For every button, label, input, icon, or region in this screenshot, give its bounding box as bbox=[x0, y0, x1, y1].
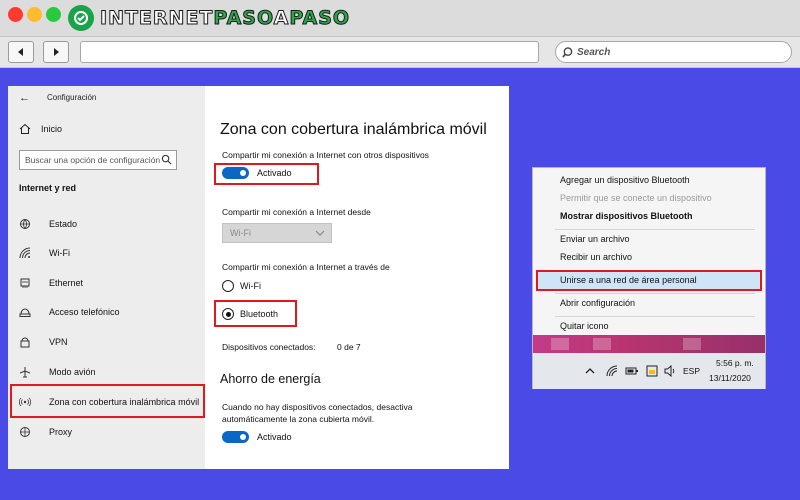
share-from-label: Compartir mi conexión a Internet desde bbox=[222, 207, 371, 217]
back-arrow-icon bbox=[18, 48, 23, 56]
clock-date[interactable]: 13/11/2020 bbox=[709, 373, 751, 383]
minimize-window-button[interactable] bbox=[27, 7, 42, 22]
desktop-wallpaper-strip bbox=[533, 335, 765, 353]
toggle-switch[interactable] bbox=[222, 431, 249, 443]
menu-item-abrir-configuracion[interactable]: Abrir configuración bbox=[560, 298, 635, 308]
clock-time[interactable]: 5:56 p. m. bbox=[716, 358, 754, 368]
chevron-down-icon bbox=[315, 230, 325, 236]
section-heading: Internet y red bbox=[19, 183, 77, 193]
connected-devices-value: 0 de 7 bbox=[337, 342, 361, 352]
logo-mark-icon bbox=[68, 5, 94, 31]
sidebar-item-estado[interactable]: Estado bbox=[19, 216, 77, 232]
energy-toggle[interactable]: Activado bbox=[222, 431, 292, 443]
sidebar-item-wifi[interactable]: Wi-Fi bbox=[19, 245, 70, 261]
energy-description-2: automáticamente la zona cubierta móvil. bbox=[222, 414, 375, 424]
wifi-icon[interactable] bbox=[605, 364, 619, 378]
back-arrow-icon[interactable]: ← bbox=[19, 92, 30, 104]
maximize-window-button[interactable] bbox=[46, 7, 61, 22]
menu-separator bbox=[555, 316, 755, 317]
search-icon bbox=[562, 46, 573, 58]
sidebar-item-vpn[interactable]: VPN bbox=[19, 334, 68, 350]
wifi-icon bbox=[19, 247, 31, 259]
close-window-button[interactable] bbox=[8, 7, 23, 22]
proxy-icon bbox=[19, 426, 31, 438]
vpn-icon bbox=[19, 336, 31, 348]
window-title: Configuración bbox=[47, 93, 97, 102]
ethernet-icon bbox=[19, 277, 31, 289]
bluetooth-context-menu: Agregar un dispositivo Bluetooth Permiti… bbox=[532, 167, 766, 389]
action-center-icon[interactable] bbox=[645, 364, 659, 378]
address-bar[interactable] bbox=[80, 41, 539, 63]
forward-button[interactable] bbox=[43, 41, 69, 63]
forward-arrow-icon bbox=[54, 48, 59, 56]
chevron-up-icon[interactable] bbox=[583, 364, 597, 378]
settings-search-input[interactable]: Buscar una opción de configuración bbox=[19, 150, 177, 170]
settings-window: ← Configuración Inicio Buscar una opción… bbox=[8, 86, 509, 469]
sidebar-item-home[interactable]: Inicio bbox=[19, 123, 62, 135]
language-indicator[interactable]: ESP bbox=[683, 366, 700, 376]
wallpaper-tile bbox=[593, 338, 611, 350]
radio-wifi[interactable]: Wi-Fi bbox=[222, 280, 261, 292]
energy-description-1: Cuando no hay dispositivos conectados, d… bbox=[222, 402, 413, 412]
menu-separator bbox=[555, 229, 755, 230]
search-icon bbox=[161, 154, 172, 165]
browser-search-input[interactable]: Search bbox=[555, 41, 792, 63]
menu-item-enviar[interactable]: Enviar un archivo bbox=[560, 234, 630, 244]
sidebar-item-modo-avion[interactable]: Modo avión bbox=[19, 364, 96, 380]
energy-heading: Ahorro de energía bbox=[220, 372, 321, 386]
globe-icon bbox=[19, 218, 31, 230]
wallpaper-tile bbox=[551, 338, 569, 350]
logo-wordmark: INTERNETPASOAPASO bbox=[99, 7, 351, 30]
sidebar-item-proxy[interactable]: Proxy bbox=[19, 424, 72, 440]
selected-item-highlight bbox=[10, 384, 205, 418]
home-icon bbox=[19, 123, 31, 134]
speaker-icon[interactable] bbox=[663, 364, 677, 378]
menu-item-agregar[interactable]: Agregar un dispositivo Bluetooth bbox=[560, 175, 690, 185]
settings-search-placeholder: Buscar una opción de configuración bbox=[25, 155, 161, 165]
page-title: Zona con cobertura inalámbrica móvil bbox=[220, 121, 487, 138]
browser-titlebar: INTERNETPASOAPASO bbox=[0, 0, 800, 37]
share-from-dropdown[interactable]: Wi-Fi bbox=[222, 223, 332, 243]
dialup-icon bbox=[19, 306, 31, 318]
radio-button[interactable] bbox=[222, 280, 234, 292]
menu-separator bbox=[555, 293, 755, 294]
menu-item-unirse[interactable]: Unirse a una red de área personal bbox=[560, 275, 697, 285]
battery-icon[interactable] bbox=[625, 364, 639, 378]
share-toggle-highlight bbox=[214, 163, 319, 185]
menu-item-permitir: Permitir que se conecte un dispositivo bbox=[560, 193, 712, 203]
menu-item-mostrar[interactable]: Mostrar dispositivos Bluetooth bbox=[560, 211, 693, 221]
search-placeholder: Search bbox=[577, 46, 611, 58]
bluetooth-radio-highlight bbox=[214, 300, 297, 327]
share-label: Compartir mi conexión a Internet con otr… bbox=[222, 150, 429, 160]
share-via-label: Compartir mi conexión a Internet a travé… bbox=[222, 262, 390, 272]
back-button[interactable] bbox=[8, 41, 34, 63]
airplane-icon bbox=[19, 366, 31, 378]
menu-item-quitar-icono[interactable]: Quitar icono bbox=[560, 321, 609, 331]
settings-content: Zona con cobertura inalámbrica móvil Com… bbox=[205, 86, 509, 469]
sidebar-item-acceso-telefonico[interactable]: Acceso telefónico bbox=[19, 304, 120, 320]
site-logo: INTERNETPASOAPASO bbox=[68, 3, 350, 33]
wallpaper-tile bbox=[683, 338, 701, 350]
connected-devices-label: Dispositivos conectados: bbox=[222, 342, 316, 352]
sidebar-item-ethernet[interactable]: Ethernet bbox=[19, 275, 83, 291]
settings-sidebar: ← Configuración Inicio Buscar una opción… bbox=[8, 86, 205, 469]
browser-toolbar: Search bbox=[0, 37, 800, 68]
menu-item-recibir[interactable]: Recibir un archivo bbox=[560, 252, 632, 262]
windows-taskbar: ESP 5:56 p. m. 13/11/2020 bbox=[533, 353, 765, 389]
